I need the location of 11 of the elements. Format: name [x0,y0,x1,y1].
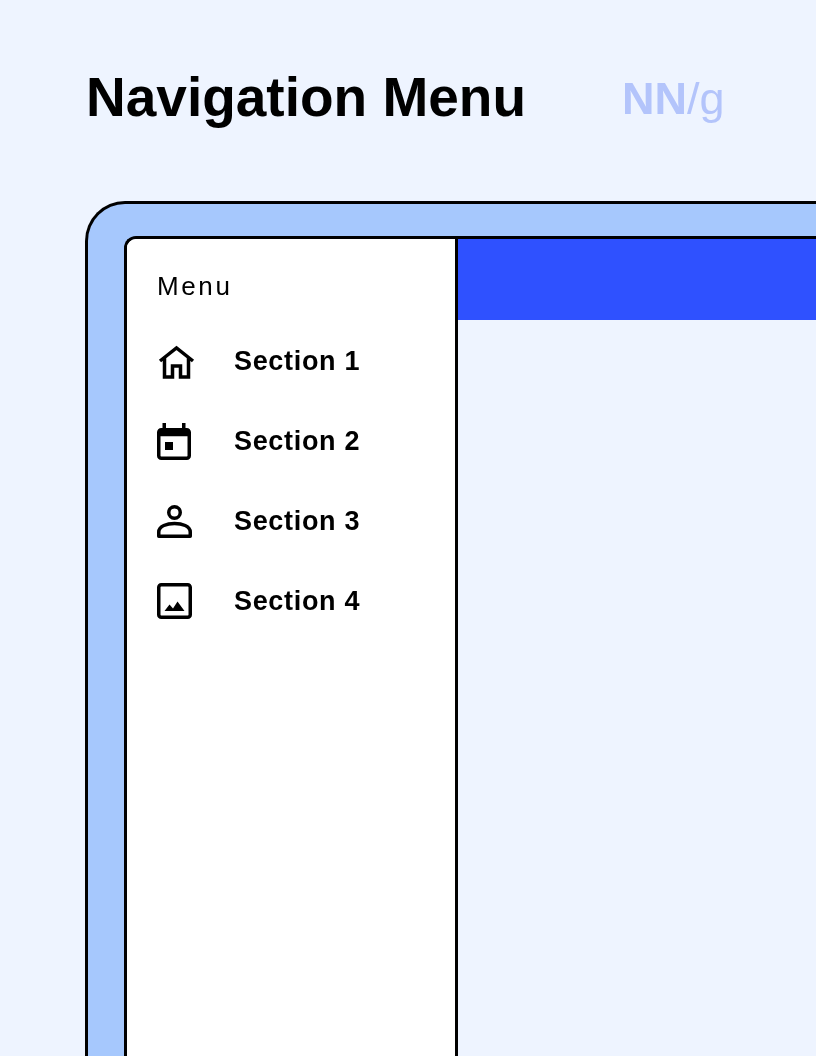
image-icon [157,583,192,619]
home-icon [157,343,196,379]
user-icon [157,504,192,538]
menu-item[interactable]: Section 2 [234,425,361,457]
page-title: Navigation Menu [86,65,527,129]
menu-item[interactable]: Section 1 [234,345,361,377]
menu-item[interactable]: Section 3 [234,505,361,537]
menu-heading: Menu [157,271,233,301]
logo: NN/g [622,73,725,125]
menu-item[interactable]: Section 4 [234,585,361,617]
calendar-icon [157,422,191,460]
